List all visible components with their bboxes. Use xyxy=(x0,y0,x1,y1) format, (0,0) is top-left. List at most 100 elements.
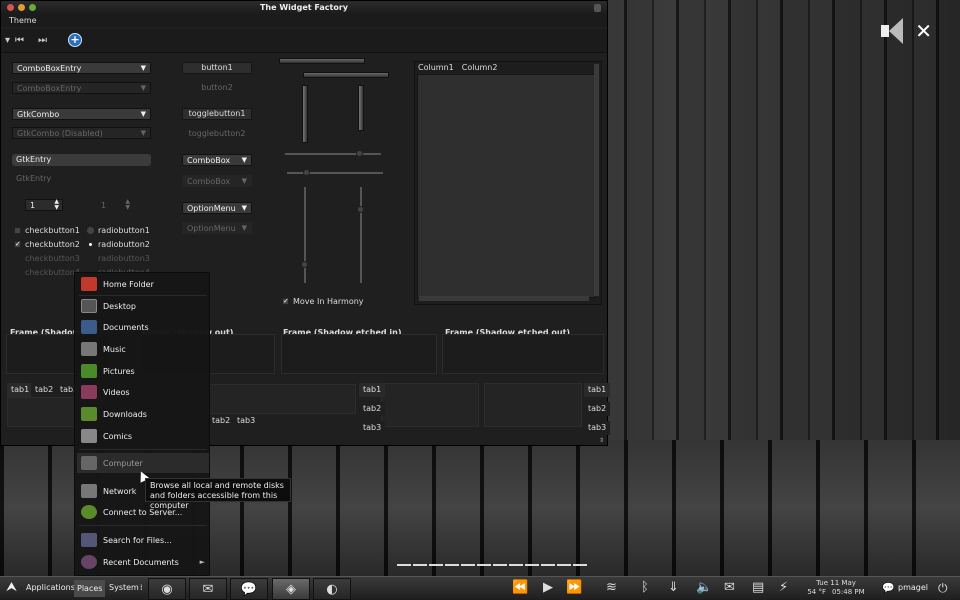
volume-icon[interactable]: 🔈 xyxy=(696,581,712,595)
optionmenu[interactable]: OptionMenu ▼ xyxy=(182,202,252,214)
bluetooth-icon[interactable]: ᛒ xyxy=(641,581,649,595)
connect-server-icon xyxy=(81,505,97,519)
move-in-harmony-check[interactable]: ✓ Move In Harmony xyxy=(282,297,364,306)
download-tray-icon[interactable]: ⇓ xyxy=(668,581,679,595)
togglebutton1[interactable]: togglebutton1 xyxy=(182,108,252,120)
rewind-icon[interactable]: ⏪ xyxy=(512,581,528,595)
optionmenu-disabled-value: OptionMenu xyxy=(187,224,236,233)
comboboxentry[interactable]: ComboBoxEntry ▼ xyxy=(12,62,151,74)
fast-forward-icon[interactable]: ⏩ xyxy=(566,581,582,595)
menu-system[interactable]: System xyxy=(109,583,139,592)
gtkcombo[interactable]: GtkCombo ▼ xyxy=(12,108,151,120)
skip-forward-icon[interactable]: ⏭ xyxy=(38,35,47,46)
launcher-firefox[interactable]: ◉ xyxy=(148,578,186,600)
menu-item-label: Search for Files... xyxy=(103,535,172,545)
vscale-1[interactable] xyxy=(304,187,306,283)
launcher-pidgin[interactable]: ◐ xyxy=(313,578,351,600)
pictures-icon xyxy=(81,364,97,378)
window-resize-grip-icon[interactable]: ⇕ xyxy=(599,437,604,444)
launcher-mail[interactable]: ✉ xyxy=(189,578,227,600)
tree-hscrollbar[interactable] xyxy=(419,296,589,301)
checkbutton4-label: checkbutton4 xyxy=(25,268,80,277)
mail-tray-icon[interactable]: ✉ xyxy=(724,581,735,595)
menu-theme[interactable]: Theme xyxy=(9,16,37,25)
menu-applications[interactable]: Applications xyxy=(26,583,75,592)
menu-item-documents[interactable]: Documents xyxy=(77,317,209,337)
vscale-1-knob[interactable] xyxy=(301,261,308,268)
videos-icon xyxy=(81,385,97,399)
toolbar-handle-icon[interactable]: ▾ xyxy=(5,35,10,46)
tab-top-2[interactable]: tab2 xyxy=(31,383,58,397)
column1-header[interactable]: Column1 xyxy=(418,63,454,73)
spinbutton[interactable]: 1 ▲ ▼ xyxy=(25,199,63,211)
spin-arrows-icon[interactable]: ▲ ▼ xyxy=(54,199,59,211)
column2-header[interactable]: Column2 xyxy=(462,63,498,73)
notes-icon[interactable]: ▤ xyxy=(752,581,764,595)
menu-item-search-files[interactable]: Search for Files... xyxy=(77,530,209,550)
chevron-down-icon: ▼ xyxy=(140,64,146,72)
desktop-pager[interactable] xyxy=(397,564,587,566)
radiobutton1[interactable]: radiobutton1 xyxy=(87,226,150,235)
menu-item-label: Network xyxy=(103,486,137,496)
checkbutton1[interactable]: checkbutton1 xyxy=(14,226,80,235)
menu-item-home-folder[interactable]: Home Folder xyxy=(77,274,209,294)
menu-item-recent-documents[interactable]: Recent Documents ► xyxy=(77,552,209,572)
menu-item-videos[interactable]: Videos xyxy=(77,382,209,402)
tab-right-3[interactable]: tab3 xyxy=(584,421,611,435)
menu-item-music[interactable]: Music xyxy=(77,339,209,359)
tab-right-1[interactable]: tab1 xyxy=(584,383,611,397)
launcher-chat[interactable]: 💬 xyxy=(230,578,268,600)
menu-item-desktop[interactable]: Desktop xyxy=(77,296,209,316)
launcher-widget-factory[interactable]: ◈ xyxy=(272,578,310,600)
combobox[interactable]: ComboBox ▼ xyxy=(182,154,252,166)
tab-right-2[interactable]: tab2 xyxy=(584,402,611,416)
tab-bottom-3[interactable]: tab3 xyxy=(233,414,260,428)
button1[interactable]: button1 xyxy=(182,62,252,74)
checkbutton2[interactable]: ✓ checkbutton2 xyxy=(14,240,80,249)
bottom-panel: ⮝ Applications Places System ⁞ ◉ ✉ 💬 ◈ ◐… xyxy=(0,576,960,600)
menu-places[interactable]: Places xyxy=(74,580,106,597)
play-icon[interactable]: ▶ xyxy=(543,581,553,595)
button2: button2 xyxy=(201,83,233,92)
radiobutton2[interactable]: radiobutton2 xyxy=(87,240,150,249)
tab-left-1[interactable]: tab1 xyxy=(359,383,386,397)
close-icon[interactable]: ✕ xyxy=(915,21,932,41)
skip-back-icon[interactable]: ⏮ xyxy=(15,35,24,46)
hscale-2-knob[interactable] xyxy=(303,169,310,176)
tree-view[interactable]: Column1 Column2 xyxy=(414,61,602,305)
add-icon[interactable]: + xyxy=(68,33,82,47)
applications-logo-icon[interactable]: ⮝ xyxy=(6,580,17,595)
menu-item-label: Documents xyxy=(103,322,149,332)
vscale-2-knob[interactable] xyxy=(357,206,364,213)
shutdown-icon[interactable]: ⏻ xyxy=(938,581,948,595)
title-bar[interactable]: The Widget Factory xyxy=(1,1,607,15)
menu-item-connect-server[interactable]: Connect to Server... xyxy=(77,502,209,522)
hscale-1[interactable] xyxy=(285,153,381,155)
tree-vscrollbar[interactable] xyxy=(594,64,599,296)
clock[interactable]: Tue 11 May 54 °F 05:48 PM xyxy=(806,579,866,597)
tab-left-2[interactable]: tab2 xyxy=(359,402,386,416)
menu-item-comics[interactable]: Comics xyxy=(77,426,209,446)
wifi-icon[interactable]: ≋ xyxy=(606,581,617,595)
user-name[interactable]: pmagel xyxy=(898,583,928,592)
clock-date: Tue 11 May xyxy=(816,579,856,587)
gtkentry[interactable]: GtkEntry xyxy=(12,154,151,166)
hscale-2[interactable] xyxy=(287,172,383,174)
spin-arrows-icon: ▲ ▼ xyxy=(125,198,130,211)
chevron-down-icon: ▼ xyxy=(241,204,247,212)
window-menu-icon[interactable] xyxy=(594,4,601,12)
radio-icon xyxy=(87,227,94,234)
hscale-1-knob[interactable] xyxy=(356,150,363,157)
vscale-2[interactable] xyxy=(360,187,362,283)
menu-item-downloads[interactable]: Downloads xyxy=(77,404,209,424)
tab-bottom-2[interactable]: tab2 xyxy=(208,414,235,428)
tab-top-1[interactable]: tab1 xyxy=(7,383,34,397)
menu-item-pictures[interactable]: Pictures xyxy=(77,361,209,381)
mail-icon: ✉ xyxy=(202,581,214,597)
power-bolt-icon[interactable]: ⚡ xyxy=(779,581,788,595)
speaker-icon[interactable] xyxy=(881,18,904,44)
chevron-down-icon: ▼ xyxy=(140,110,146,118)
tab-left-3[interactable]: tab3 xyxy=(359,421,386,435)
shell-icon: ◐ xyxy=(326,581,338,597)
tree-body[interactable] xyxy=(417,74,595,298)
